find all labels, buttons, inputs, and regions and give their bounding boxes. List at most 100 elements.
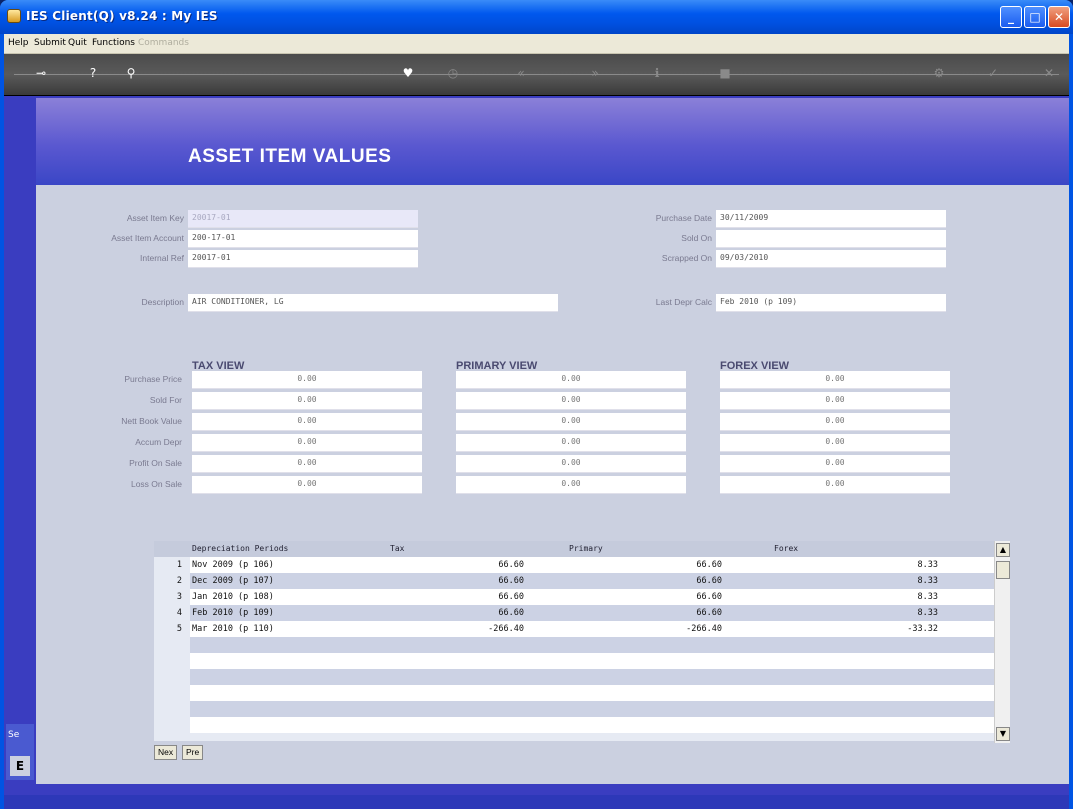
- minimize-button[interactable]: _: [1000, 6, 1022, 28]
- primary-cell: 66.60: [696, 560, 722, 570]
- scroll-up-arrow-icon[interactable]: ▲: [996, 543, 1010, 557]
- sold-on-field[interactable]: [716, 230, 946, 248]
- close-window-button[interactable]: ✕: [1048, 6, 1070, 28]
- forex-cell: 8.33: [917, 608, 938, 618]
- empty-row[interactable]: [190, 717, 994, 733]
- table-row[interactable]: 4 Feb 2010 (p 109) 66.60 66.60 8.33: [177, 605, 994, 621]
- grid-scrollbar[interactable]: ▲ ▼: [994, 541, 1010, 743]
- asset-item-key-field[interactable]: 20017-01: [188, 210, 418, 228]
- primary-loss-on-sale-field[interactable]: 0.00: [456, 476, 686, 494]
- menu-bar: Help Submit Quit Functions Commands: [4, 34, 1069, 54]
- primary-nett-book-value-field[interactable]: 0.00: [456, 413, 686, 431]
- table-row[interactable]: 1 Nov 2009 (p 106) 66.60 66.60 8.33: [177, 557, 994, 573]
- tax-loss-on-sale-field[interactable]: 0.00: [192, 476, 422, 494]
- app-icon: [7, 9, 21, 23]
- last-depr-calc-label: Last Depr Calc: [655, 297, 712, 307]
- forex-cell: 8.33: [917, 592, 938, 602]
- close-icon[interactable]: ✕: [1040, 66, 1058, 80]
- rewind-icon[interactable]: «: [512, 66, 530, 80]
- side-panel-icon[interactable]: E: [10, 756, 30, 776]
- forex-loss-on-sale-field[interactable]: 0.00: [720, 476, 950, 494]
- period-cell: Mar 2010 (p 110): [192, 624, 274, 634]
- forex-purchase-price-field[interactable]: 0.00: [720, 371, 950, 389]
- empty-row[interactable]: [190, 653, 994, 669]
- scrapped-on-label: Scrapped On: [661, 253, 712, 263]
- search-icon[interactable]: ⚲: [122, 66, 140, 80]
- primary-cell: 66.60: [696, 576, 722, 586]
- sold-on-label: Sold On: [681, 233, 712, 243]
- side-panel-tab[interactable]: Se E: [6, 724, 34, 780]
- tax-accum-depr-field[interactable]: 0.00: [192, 434, 422, 452]
- help-icon[interactable]: ?: [84, 66, 102, 80]
- period-cell: Nov 2009 (p 106): [192, 560, 274, 570]
- period-column-header[interactable]: Depreciation Periods: [192, 544, 288, 553]
- settings-icon[interactable]: ⚙: [930, 66, 948, 80]
- empty-row[interactable]: [190, 669, 994, 685]
- toolbar-divider: [14, 74, 1059, 75]
- period-cell: Feb 2010 (p 109): [192, 608, 274, 618]
- depreciation-grid: Depreciation Periods Tax Primary Forex 1…: [154, 541, 994, 741]
- forward-icon[interactable]: »: [586, 66, 604, 80]
- description-field[interactable]: AIR CONDITIONER, LG: [188, 294, 558, 312]
- side-panel-label: Se: [8, 730, 20, 740]
- maximize-button[interactable]: □: [1024, 6, 1046, 28]
- purchase-date-field[interactable]: 30/11/2009: [716, 210, 946, 228]
- title-bar[interactable]: IES Client(Q) v8.24 : My IES _ □ ✕: [0, 0, 1073, 34]
- purchase-date-label: Purchase Date: [655, 213, 712, 223]
- forex-profit-on-sale-field[interactable]: 0.00: [720, 455, 950, 473]
- menu-functions[interactable]: Functions: [92, 38, 135, 48]
- primary-sold-for-field[interactable]: 0.00: [456, 392, 686, 410]
- tax-nett-book-value-field[interactable]: 0.00: [192, 413, 422, 431]
- forex-cell: 8.33: [917, 576, 938, 586]
- tax-column-header[interactable]: Tax: [390, 544, 404, 553]
- purchase-price-label: Purchase Price: [124, 374, 182, 384]
- next-page-button[interactable]: Nex: [154, 745, 178, 760]
- primary-accum-depr-field[interactable]: 0.00: [456, 434, 686, 452]
- scroll-down-arrow-icon[interactable]: ▼: [996, 727, 1010, 741]
- clock-icon[interactable]: ◷: [444, 66, 462, 80]
- loss-on-sale-label: Loss On Sale: [130, 479, 182, 489]
- period-cell: Jan 2010 (p 108): [192, 592, 274, 602]
- key-icon[interactable]: ⊸: [32, 66, 50, 80]
- forex-nett-book-value-field[interactable]: 0.00: [720, 413, 950, 431]
- tax-purchase-price-field[interactable]: 0.00: [192, 371, 422, 389]
- menu-quit[interactable]: Quit: [68, 38, 87, 48]
- tax-sold-for-field[interactable]: 0.00: [192, 392, 422, 410]
- empty-row[interactable]: [190, 701, 994, 717]
- asset-item-account-field[interactable]: 200-17-01: [188, 230, 418, 248]
- table-row[interactable]: 2 Dec 2009 (p 107) 66.60 66.60 8.33: [177, 573, 994, 589]
- scroll-thumb[interactable]: [996, 561, 1010, 579]
- prev-page-button[interactable]: Pre: [182, 745, 204, 760]
- tax-profit-on-sale-field[interactable]: 0.00: [192, 455, 422, 473]
- heart-icon[interactable]: ♥: [399, 66, 417, 80]
- primary-profit-on-sale-field[interactable]: 0.00: [456, 455, 686, 473]
- tax-cell: -266.40: [488, 624, 524, 634]
- page-header: ASSET ITEM VALUES: [36, 98, 1069, 185]
- empty-row[interactable]: [190, 685, 994, 701]
- scrapped-on-field[interactable]: 09/03/2010: [716, 250, 946, 268]
- info-icon[interactable]: ℹ: [648, 66, 666, 80]
- table-row[interactable]: 5 Mar 2010 (p 110) -266.40 -266.40 -33.3…: [177, 621, 994, 637]
- forex-sold-for-field[interactable]: 0.00: [720, 392, 950, 410]
- toolbar: ⊸ ? ⚲ ♥ ◷ « » ℹ ■ ⚙ ✓ ✕: [4, 54, 1069, 96]
- description-label: Description: [141, 297, 184, 307]
- primary-purchase-price-field[interactable]: 0.00: [456, 371, 686, 389]
- menu-help[interactable]: Help: [8, 38, 29, 48]
- table-row[interactable]: 3 Jan 2010 (p 108) 66.60 66.60 8.33: [177, 589, 994, 605]
- check-icon[interactable]: ✓: [984, 66, 1002, 80]
- accum-depr-label: Accum Depr: [135, 437, 182, 447]
- empty-row[interactable]: [190, 637, 994, 653]
- primary-column-header[interactable]: Primary: [569, 544, 603, 553]
- stop-icon[interactable]: ■: [716, 66, 734, 80]
- forex-column-header[interactable]: Forex: [774, 544, 798, 553]
- last-depr-calc-field[interactable]: Feb 2010 (p 109): [716, 294, 946, 312]
- primary-cell: -266.40: [686, 624, 722, 634]
- client-area: ASSET ITEM VALUES Asset Item Key 20017-0…: [4, 96, 1069, 805]
- row-number: 1: [176, 560, 182, 570]
- forex-accum-depr-field[interactable]: 0.00: [720, 434, 950, 452]
- menu-submit[interactable]: Submit: [34, 38, 66, 48]
- forex-cell: 8.33: [917, 560, 938, 570]
- grid-header: Depreciation Periods Tax Primary Forex: [154, 541, 994, 557]
- forex-cell: -33.32: [907, 624, 938, 634]
- internal-ref-field[interactable]: 20017-01: [188, 250, 418, 268]
